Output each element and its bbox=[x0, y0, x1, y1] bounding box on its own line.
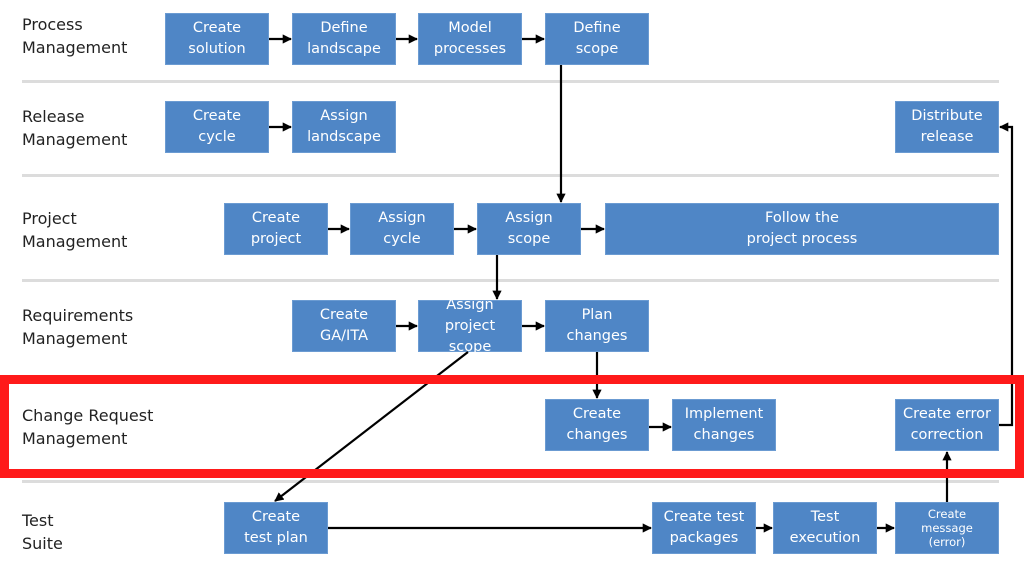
step-test-execution[interactable]: Test execution bbox=[773, 502, 877, 554]
lane-label-test-suite: Test Suite bbox=[22, 511, 63, 553]
lane-label-process-management: Process Management bbox=[22, 15, 128, 57]
lane-label-change-request-management: Change Request Management bbox=[22, 406, 154, 448]
step-create-ga-ita[interactable]: Create GA/ITA bbox=[292, 300, 396, 352]
step-implement-changes[interactable]: Implement changes bbox=[672, 399, 776, 451]
lane-separator bbox=[22, 480, 999, 483]
step-create-message-error[interactable]: Create message (error) bbox=[895, 502, 999, 554]
lane-label-project-management: Project Management bbox=[22, 209, 128, 251]
lane-separator bbox=[22, 279, 999, 282]
step-distribute-release[interactable]: Distribute release bbox=[895, 101, 999, 153]
arrow-assign-project-scope-to-create-test-plan bbox=[274, 351, 469, 502]
lane-separator bbox=[22, 80, 999, 83]
step-define-landscape[interactable]: Define landscape bbox=[292, 13, 396, 65]
step-create-project[interactable]: Create project bbox=[224, 203, 328, 255]
step-create-test-plan[interactable]: Create test plan bbox=[224, 502, 328, 554]
highlight-frame-change-request-management bbox=[0, 375, 1024, 478]
lane-label-requirements-management: Requirements Management bbox=[22, 306, 134, 348]
lane-separator bbox=[22, 174, 999, 177]
lane-label-release-management: Release Management bbox=[22, 107, 128, 149]
step-plan-changes[interactable]: Plan changes bbox=[545, 300, 649, 352]
step-assign-scope[interactable]: Assign scope bbox=[477, 203, 581, 255]
step-create-cycle[interactable]: Create cycle bbox=[165, 101, 269, 153]
flow-arrows bbox=[269, 34, 1014, 533]
lane-separator bbox=[22, 377, 999, 380]
step-model-processes[interactable]: Model processes bbox=[418, 13, 522, 65]
step-follow-project-process[interactable]: Follow the project process bbox=[605, 203, 999, 255]
step-assign-cycle[interactable]: Assign cycle bbox=[350, 203, 454, 255]
arrow-create-error-correction-to-distribute-release bbox=[999, 122, 1014, 427]
step-assign-project-scope[interactable]: Assign project scope bbox=[418, 297, 522, 355]
step-create-error-correction[interactable]: Create error correction bbox=[895, 399, 999, 451]
step-create-test-packages[interactable]: Create test packages bbox=[652, 502, 756, 554]
step-create-solution[interactable]: Create solution bbox=[165, 13, 269, 65]
step-define-scope[interactable]: Define scope bbox=[545, 13, 649, 65]
step-assign-landscape[interactable]: Assign landscape bbox=[292, 101, 396, 153]
step-create-changes[interactable]: Create changes bbox=[545, 399, 649, 451]
